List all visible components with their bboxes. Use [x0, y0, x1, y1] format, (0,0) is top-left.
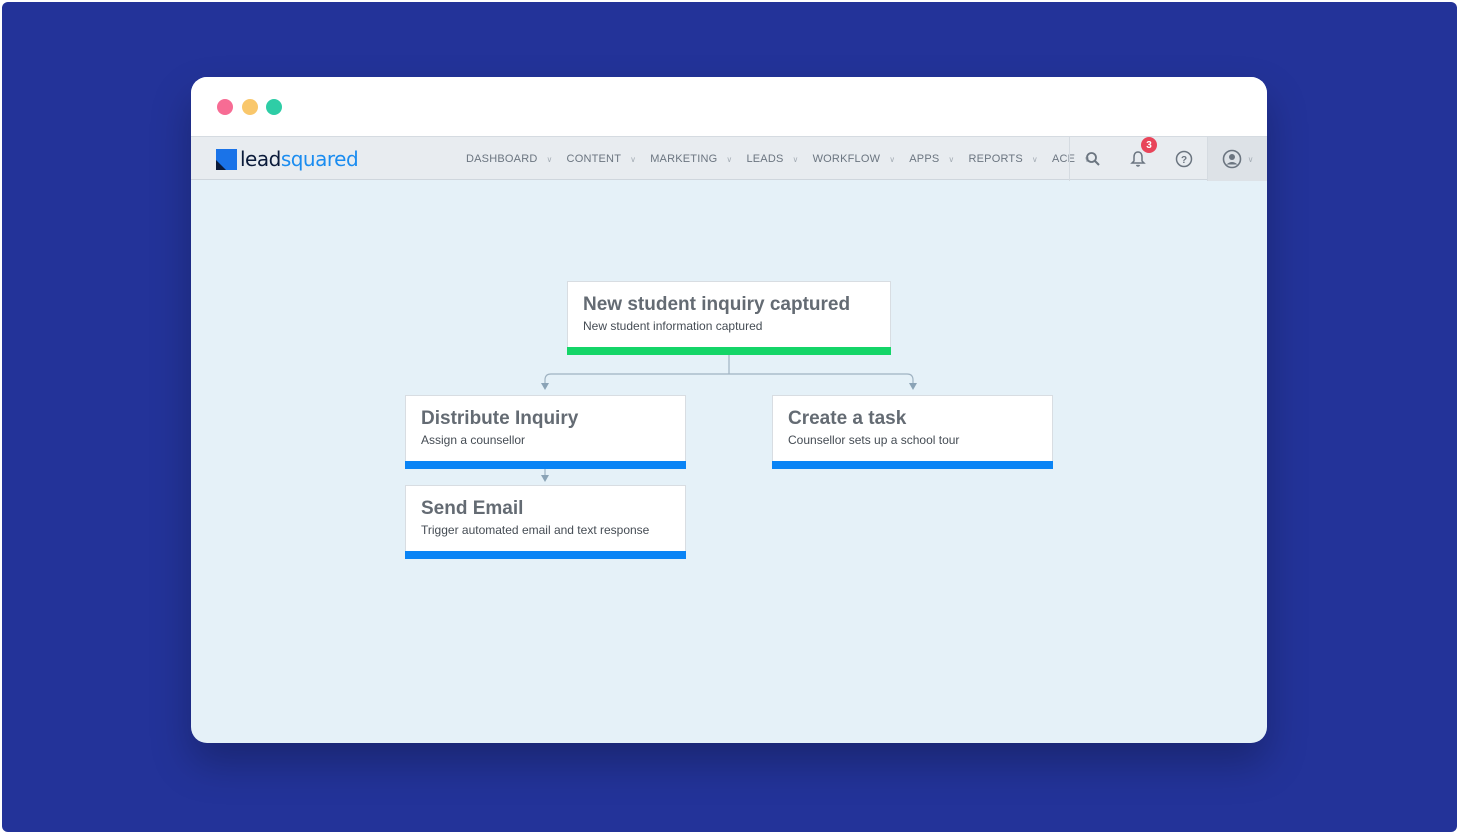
step-title: Distribute Inquiry [421, 408, 579, 429]
workflow-connectors [541, 354, 917, 482]
step-title: Create a task [788, 408, 907, 429]
step-status-bar [567, 347, 891, 355]
step-status-bar [405, 461, 686, 469]
workflow-step-create-task[interactable]: Create a task Counsellor sets up a schoo… [772, 395, 1053, 469]
step-subtitle: Assign a counsellor [421, 433, 526, 447]
step-subtitle: New student information captured [583, 319, 763, 333]
step-status-bar [772, 461, 1053, 469]
step-subtitle: Counsellor sets up a school tour [788, 433, 960, 447]
workflow-step-root[interactable]: New student inquiry captured New student… [567, 281, 891, 355]
step-title: Send Email [421, 498, 524, 519]
step-subtitle: Trigger automated email and text respons… [421, 523, 650, 537]
step-status-bar [405, 551, 686, 559]
app-window: leadsquared DASHBOARD ∨ CONTENT ∨ MARKETIN… [191, 77, 1267, 743]
step-title: New student inquiry captured [583, 294, 851, 315]
workflow-step-send-email[interactable]: Send Email Trigger automated email and t… [405, 485, 686, 559]
workflow-step-distribute[interactable]: Distribute Inquiry Assign a counsellor [405, 395, 686, 469]
